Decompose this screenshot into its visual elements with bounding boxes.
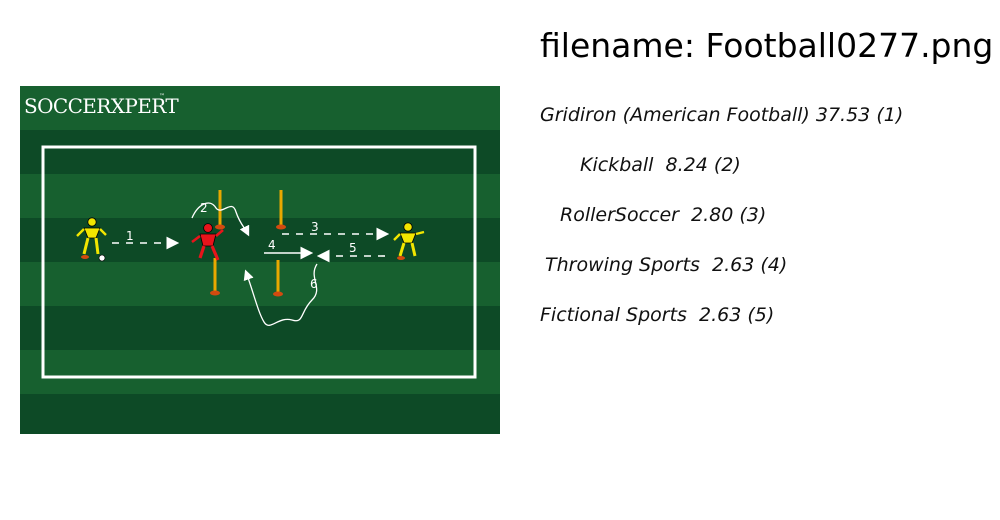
step-label-2: 2 — [200, 201, 208, 215]
prediction-5: Fictional Sports 2.63 (5) — [540, 304, 775, 326]
field-stripe — [20, 262, 500, 306]
soccer-ball — [98, 254, 106, 262]
prediction-4: Throwing Sports 2.63 (4) — [545, 254, 788, 276]
logo-text: SOCCERXPERT — [24, 94, 179, 118]
logo-tm: ™ — [159, 93, 165, 100]
drill-diagram-image: SOCCERXPERT ™ 1 2 3 4 5 6 — [20, 86, 500, 434]
prediction-2: Kickball 8.24 (2) — [580, 154, 741, 176]
filename-label: filename: Football0277.png — [540, 26, 994, 65]
field-stripe — [20, 350, 500, 394]
prediction-3: RollerSoccer 2.80 (3) — [560, 204, 767, 226]
step-label-6: 6 — [310, 277, 318, 291]
step-label-3: 3 — [311, 220, 319, 234]
step-label-4: 4 — [268, 238, 276, 252]
step-label-1: 1 — [126, 229, 134, 243]
field-stripe — [20, 174, 500, 218]
step-label-5: 5 — [349, 241, 357, 255]
prediction-1: Gridiron (American Football) 37.53 (1) — [540, 104, 904, 126]
